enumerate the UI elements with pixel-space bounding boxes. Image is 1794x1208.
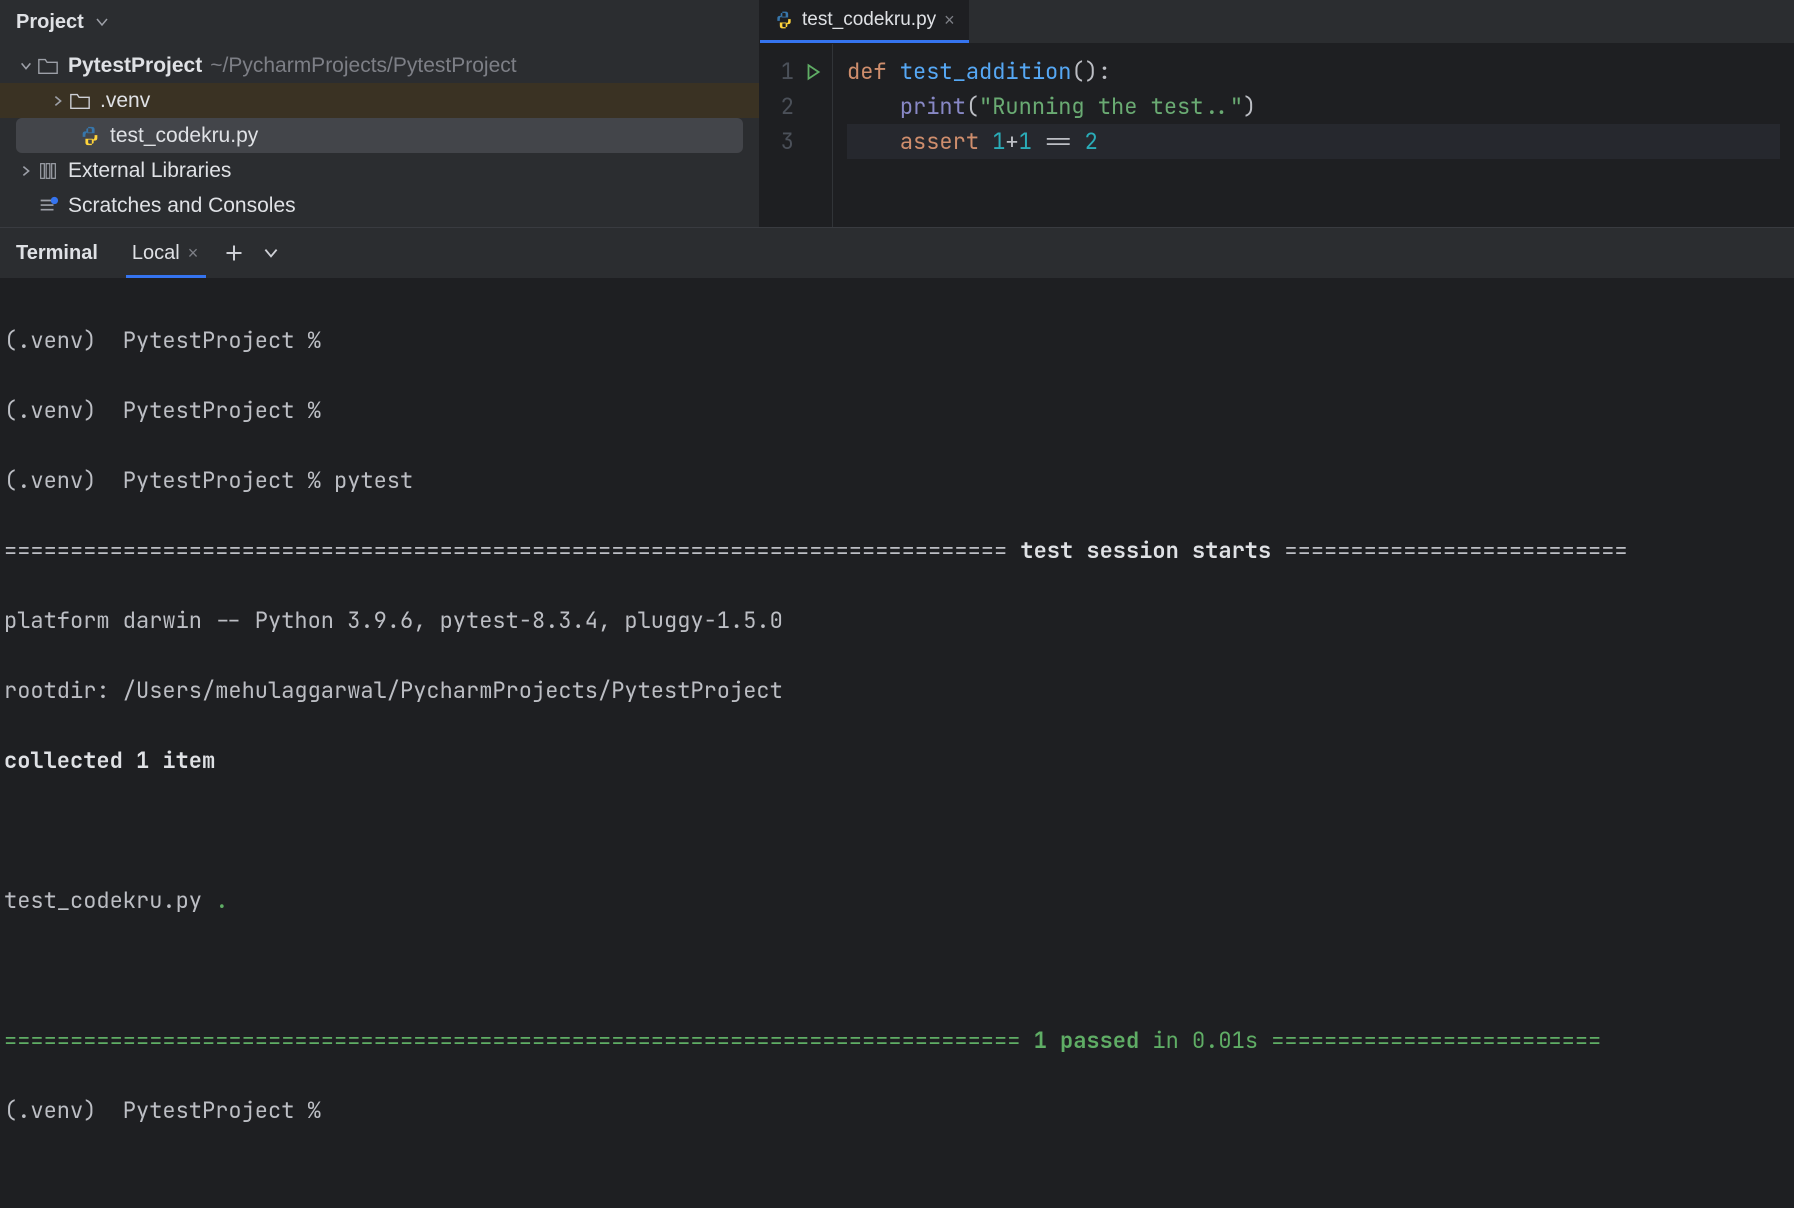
editor-body[interactable]: 1 2 3 def test_addition(): print("Runnin… (760, 44, 1794, 227)
tree-file-selected[interactable]: test_codekru.py (16, 118, 743, 153)
python-file-icon (774, 10, 794, 30)
plus-icon[interactable] (224, 243, 244, 263)
folder-icon (36, 54, 60, 78)
terminal-line: (.venv) PytestProject % (4, 1093, 1790, 1128)
code-line[interactable]: assert 1+1 == 2 (847, 124, 1780, 159)
tree-venv[interactable]: .venv (0, 83, 759, 118)
terminal-line: test_codekru.py . (4, 883, 1790, 918)
top-section: Project PytestProject ~/PycharmProjects/… (0, 0, 1794, 227)
project-panel-title: Project (16, 11, 84, 34)
terminal-line: ========================================… (4, 1023, 1790, 1058)
terminal-tab[interactable]: Local × (116, 228, 206, 278)
terminal-section: Terminal Local × (.venv) PytestProject %… (0, 227, 1794, 1208)
python-file-icon (78, 124, 102, 148)
line-number: 2 (778, 92, 794, 121)
terminal-line: (.venv) PytestProject % (4, 393, 1790, 428)
terminal-line (4, 953, 1790, 988)
chevron-right-icon[interactable] (16, 164, 36, 178)
venv-label: .venv (100, 89, 150, 113)
chevron-down-icon[interactable] (262, 244, 280, 262)
terminal-line: platform darwin -- Python 3.9.6, pytest-… (4, 603, 1790, 638)
project-panel: Project PytestProject ~/PycharmProjects/… (0, 0, 760, 227)
chevron-down-icon[interactable] (94, 14, 110, 30)
project-tree: PytestProject ~/PycharmProjects/PytestPr… (0, 44, 759, 227)
external-label: External Libraries (68, 159, 231, 183)
code-area[interactable]: def test_addition(): print("Running the … (833, 44, 1794, 227)
scratches-icon (36, 194, 60, 218)
terminal-line (4, 813, 1790, 848)
run-icon[interactable] (804, 63, 822, 81)
terminal-body[interactable]: (.venv) PytestProject % (.venv) PytestPr… (0, 278, 1794, 1208)
editor-tab[interactable]: test_codekru.py × (760, 0, 969, 43)
editor-panel: test_codekru.py × 1 2 3 (760, 0, 1794, 227)
chevron-right-icon[interactable] (48, 94, 68, 108)
project-path: ~/PycharmProjects/PytestProject (210, 54, 516, 78)
terminal-line: ========================================… (4, 533, 1790, 568)
line-number: 1 (778, 57, 794, 86)
tree-root[interactable]: PytestProject ~/PycharmProjects/PytestPr… (0, 48, 759, 83)
close-icon[interactable]: × (944, 10, 955, 31)
line-number: 3 (778, 127, 794, 156)
editor-tabs: test_codekru.py × (760, 0, 1794, 44)
chevron-down-icon[interactable] (16, 59, 36, 73)
tree-scratches[interactable]: Scratches and Consoles (0, 188, 759, 223)
library-icon (36, 159, 60, 183)
tree-external-libraries[interactable]: External Libraries (0, 153, 759, 188)
project-header[interactable]: Project (0, 0, 759, 44)
folder-icon (68, 89, 92, 113)
code-line[interactable]: def test_addition(): (847, 54, 1780, 89)
project-name: PytestProject (68, 54, 202, 78)
terminal-tab-label: Local (132, 242, 180, 265)
terminal-line: (.venv) PytestProject % (4, 323, 1790, 358)
gutter: 1 2 3 (760, 44, 833, 227)
terminal-line: rootdir: /Users/mehulaggarwal/PycharmPro… (4, 673, 1790, 708)
terminal-header: Terminal Local × (0, 228, 1794, 278)
code-line[interactable]: print("Running the test..") (847, 89, 1780, 124)
close-icon[interactable]: × (188, 243, 199, 264)
tab-filename: test_codekru.py (802, 9, 936, 31)
terminal-line: collected 1 item (4, 743, 1790, 778)
terminal-line: (.venv) PytestProject % pytest (4, 463, 1790, 498)
file-label: test_codekru.py (110, 124, 258, 148)
terminal-title: Terminal (16, 242, 98, 265)
scratches-label: Scratches and Consoles (68, 194, 296, 218)
